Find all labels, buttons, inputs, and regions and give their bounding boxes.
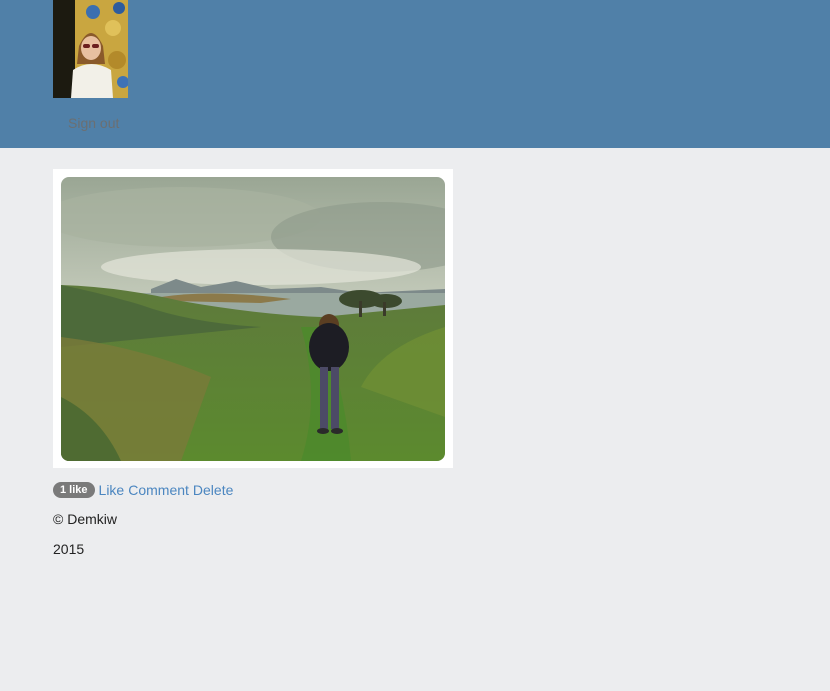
sign-out-link[interactable]: Sign out	[68, 115, 119, 131]
avatar-photo-icon	[53, 0, 128, 98]
photo-year: 2015	[53, 541, 85, 557]
photo-card	[53, 169, 453, 468]
comment-button[interactable]: Comment	[128, 482, 189, 498]
post-photo[interactable]	[61, 177, 445, 461]
landscape-photo-icon	[61, 177, 445, 461]
like-button[interactable]: Like	[99, 482, 125, 498]
likes-count-badge: 1 like	[53, 482, 95, 498]
post-actions: 1 like Like Comment Delete	[53, 481, 237, 499]
user-avatar[interactable]	[53, 0, 128, 98]
top-header: Sign out	[0, 0, 830, 148]
delete-button[interactable]: Delete	[193, 482, 233, 498]
photo-copyright: © Demkiw	[53, 511, 117, 527]
